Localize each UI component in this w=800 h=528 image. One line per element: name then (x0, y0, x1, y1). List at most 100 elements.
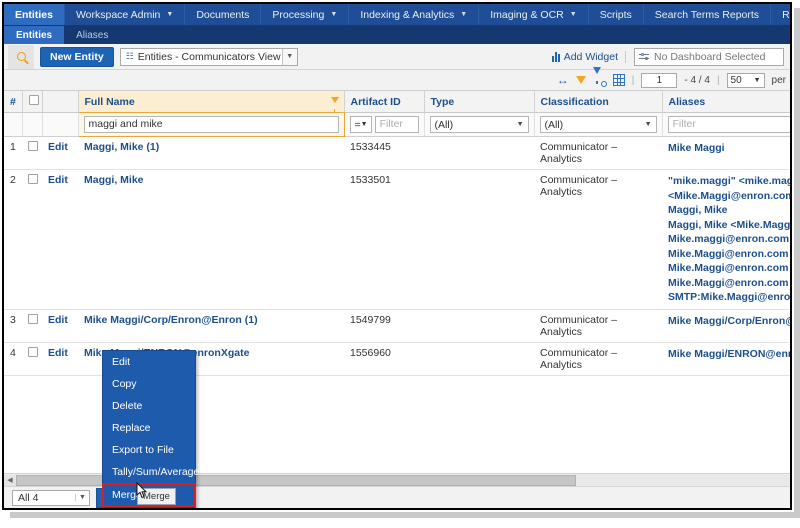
funnel-clear-icon[interactable] (593, 74, 606, 86)
add-widget-button[interactable]: Add Widget (552, 51, 626, 63)
alias-item[interactable]: Mike.Maggi@enron.com [Mike.Maggi@enron.c… (668, 261, 790, 276)
nav-item-label: Reporting (782, 9, 792, 21)
table-body: 1 Edit Maggi, Mike (1) 1533445 Communica… (4, 137, 790, 376)
full-name-link[interactable]: Maggi, Mike (84, 174, 144, 186)
nav-item-entities[interactable]: Entities (4, 4, 65, 25)
column-header-type[interactable]: Type (424, 91, 534, 113)
search-icon[interactable] (8, 45, 34, 69)
row-edit-cell[interactable]: Edit (42, 342, 78, 375)
row-edit-cell[interactable]: Edit (42, 170, 78, 310)
page-number-input[interactable]: 1 (641, 73, 677, 88)
scroll-left-icon[interactable]: ◀ (4, 475, 16, 486)
context-menu-item-edit[interactable]: Edit (103, 351, 195, 373)
row-checkbox-cell[interactable] (22, 170, 42, 310)
cell-full-name[interactable]: Maggi, Mike (1) (78, 137, 344, 170)
context-menu-item-export-to-file[interactable]: Export to File (103, 439, 195, 461)
nav-item-search-terms-reports[interactable]: Search Terms Reports (644, 4, 771, 25)
table-row[interactable]: 1 Edit Maggi, Mike (1) 1533445 Communica… (4, 137, 790, 170)
type-filter-select[interactable]: (All) ▼ (430, 116, 529, 133)
nav-item-processing[interactable]: Processing ▼ (261, 4, 349, 25)
nav-item-scripts[interactable]: Scripts (589, 4, 644, 25)
context-menu-item-delete[interactable]: Delete (103, 395, 195, 417)
nav-item-workspace-admin[interactable]: Workspace Admin ▼ (65, 4, 185, 25)
scrollbar-thumb[interactable] (16, 475, 576, 486)
cell-artifact-id: 1556960 (344, 342, 424, 375)
column-header-artifact-id[interactable]: Artifact ID (344, 91, 424, 113)
alias-item[interactable]: Mike Maggi/ENRON@enronXgate (668, 347, 790, 362)
alias-item[interactable]: "mike.maggi" <mike.maggi@enron.com> (668, 174, 790, 189)
chevron-down-icon: ▼ (513, 121, 528, 128)
main-navigation-bar: Entities Workspace Admin ▼ Documents Pro… (4, 4, 790, 26)
page-total-label: - 4 / 4 (684, 75, 710, 86)
subnav-item-entities[interactable]: Entities (4, 26, 64, 44)
edit-link[interactable]: Edit (48, 347, 68, 359)
row-checkbox[interactable] (28, 347, 38, 357)
context-menu-item-copy[interactable]: Copy (103, 373, 195, 395)
full-name-filter-input[interactable]: maggi and mike (84, 116, 339, 133)
subnav-item-aliases[interactable]: Aliases (64, 26, 120, 44)
full-name-link[interactable]: Maggi, Mike (1) (84, 141, 159, 153)
funnel-icon[interactable] (576, 76, 586, 84)
context-menu-item-tally-sum-average[interactable]: Tally/Sum/Average (103, 461, 195, 483)
nav-item-label: Documents (196, 9, 249, 21)
aliases-filter-input[interactable]: Filter (668, 116, 791, 133)
edit-link[interactable]: Edit (48, 141, 68, 153)
alias-item[interactable]: SMTP:Mike.Maggi@enron.com (668, 290, 790, 305)
dashboard-selector-dropdown[interactable]: No Dashboard Selected (634, 48, 784, 66)
alias-item[interactable]: Mike.Maggi@enron.com [SMTP:Mike.Maggi@en… (668, 276, 790, 291)
nav-item-documents[interactable]: Documents (185, 4, 261, 25)
alias-item[interactable]: Mike.Maggi@enron.com [mailto:Mike.Maggi@… (668, 247, 790, 262)
new-entity-button[interactable]: New Entity (40, 47, 114, 67)
column-header-full-name[interactable]: Full Name (78, 91, 344, 113)
alias-item[interactable]: Mike Maggi/Corp/Enron@Enron (668, 314, 790, 329)
nav-item-indexing-analytics[interactable]: Indexing & Analytics ▼ (349, 4, 479, 25)
alias-item[interactable]: Maggi, Mike <Mike.Maggi@enron.com> (668, 218, 790, 233)
row-edit-cell[interactable]: Edit (42, 137, 78, 170)
edit-link[interactable]: Edit (48, 314, 68, 326)
view-selector-dropdown[interactable]: ☷ Entities - Communicators View ▼ (120, 48, 298, 66)
column-header-aliases[interactable]: Aliases (662, 91, 790, 113)
edit-link[interactable]: Edit (48, 174, 68, 186)
divider: | (632, 75, 635, 86)
nav-item-imaging-ocr[interactable]: Imaging & OCR ▼ (479, 4, 588, 25)
alias-item[interactable]: Mike.maggi@enron.com (668, 232, 790, 247)
dashboard-selector-value: No Dashboard Selected (654, 51, 766, 63)
resize-columns-icon[interactable]: ↔ (557, 73, 569, 87)
nav-item-reporting[interactable]: Reporting ▼ (771, 4, 792, 25)
row-checkbox[interactable] (28, 314, 38, 324)
cell-full-name[interactable]: Mike Maggi/Corp/Enron@Enron (1) (78, 309, 344, 342)
row-edit-cell[interactable]: Edit (42, 309, 78, 342)
table-row[interactable]: 3 Edit Mike Maggi/Corp/Enron@Enron (1) 1… (4, 309, 790, 342)
alias-item[interactable]: Mike Maggi (668, 141, 790, 156)
row-checkbox-cell[interactable] (22, 309, 42, 342)
alias-item[interactable]: Maggi, Mike (668, 203, 790, 218)
row-checkbox[interactable] (28, 141, 38, 151)
nav-item-label: Workspace Admin (76, 9, 160, 21)
cell-aliases: Mike Maggi (662, 137, 790, 170)
full-name-link[interactable]: Mike Maggi/Corp/Enron@Enron (1) (84, 314, 258, 326)
items-per-page-select[interactable]: 50 ▼ (727, 73, 765, 88)
cell-artifact-id: 1549799 (344, 309, 424, 342)
grid-icon[interactable] (613, 74, 625, 86)
cell-full-name[interactable]: Maggi, Mike (78, 170, 344, 310)
column-header-classification[interactable]: Classification (534, 91, 662, 113)
funnel-icon[interactable] (331, 97, 339, 103)
column-header-select-all[interactable] (22, 91, 42, 113)
window-shadow-bottom (10, 512, 800, 518)
context-menu-item-replace[interactable]: Replace (103, 417, 195, 439)
alias-item[interactable]: <Mike.Maggi@enron.com> (668, 189, 790, 204)
row-checkbox-cell[interactable] (22, 342, 42, 375)
mass-select-dropdown[interactable]: All 4 ▼ (12, 490, 90, 506)
artifact-id-operator-select[interactable]: = ▼ (350, 116, 372, 133)
column-header-number[interactable]: # (4, 91, 22, 113)
row-checkbox-cell[interactable] (22, 137, 42, 170)
column-header-label: Full Name (85, 96, 135, 108)
sliders-icon (639, 52, 649, 61)
row-checkbox[interactable] (28, 174, 38, 184)
select-all-checkbox[interactable] (29, 95, 39, 105)
items-per-page-value: 50 (731, 75, 754, 86)
table-row[interactable]: 2 Edit Maggi, Mike 1533501 Communicator … (4, 170, 790, 310)
chevron-down-icon: ▼ (330, 11, 337, 18)
classification-filter-select[interactable]: (All) ▼ (540, 116, 657, 133)
artifact-id-filter-input[interactable]: Filter (375, 116, 419, 133)
